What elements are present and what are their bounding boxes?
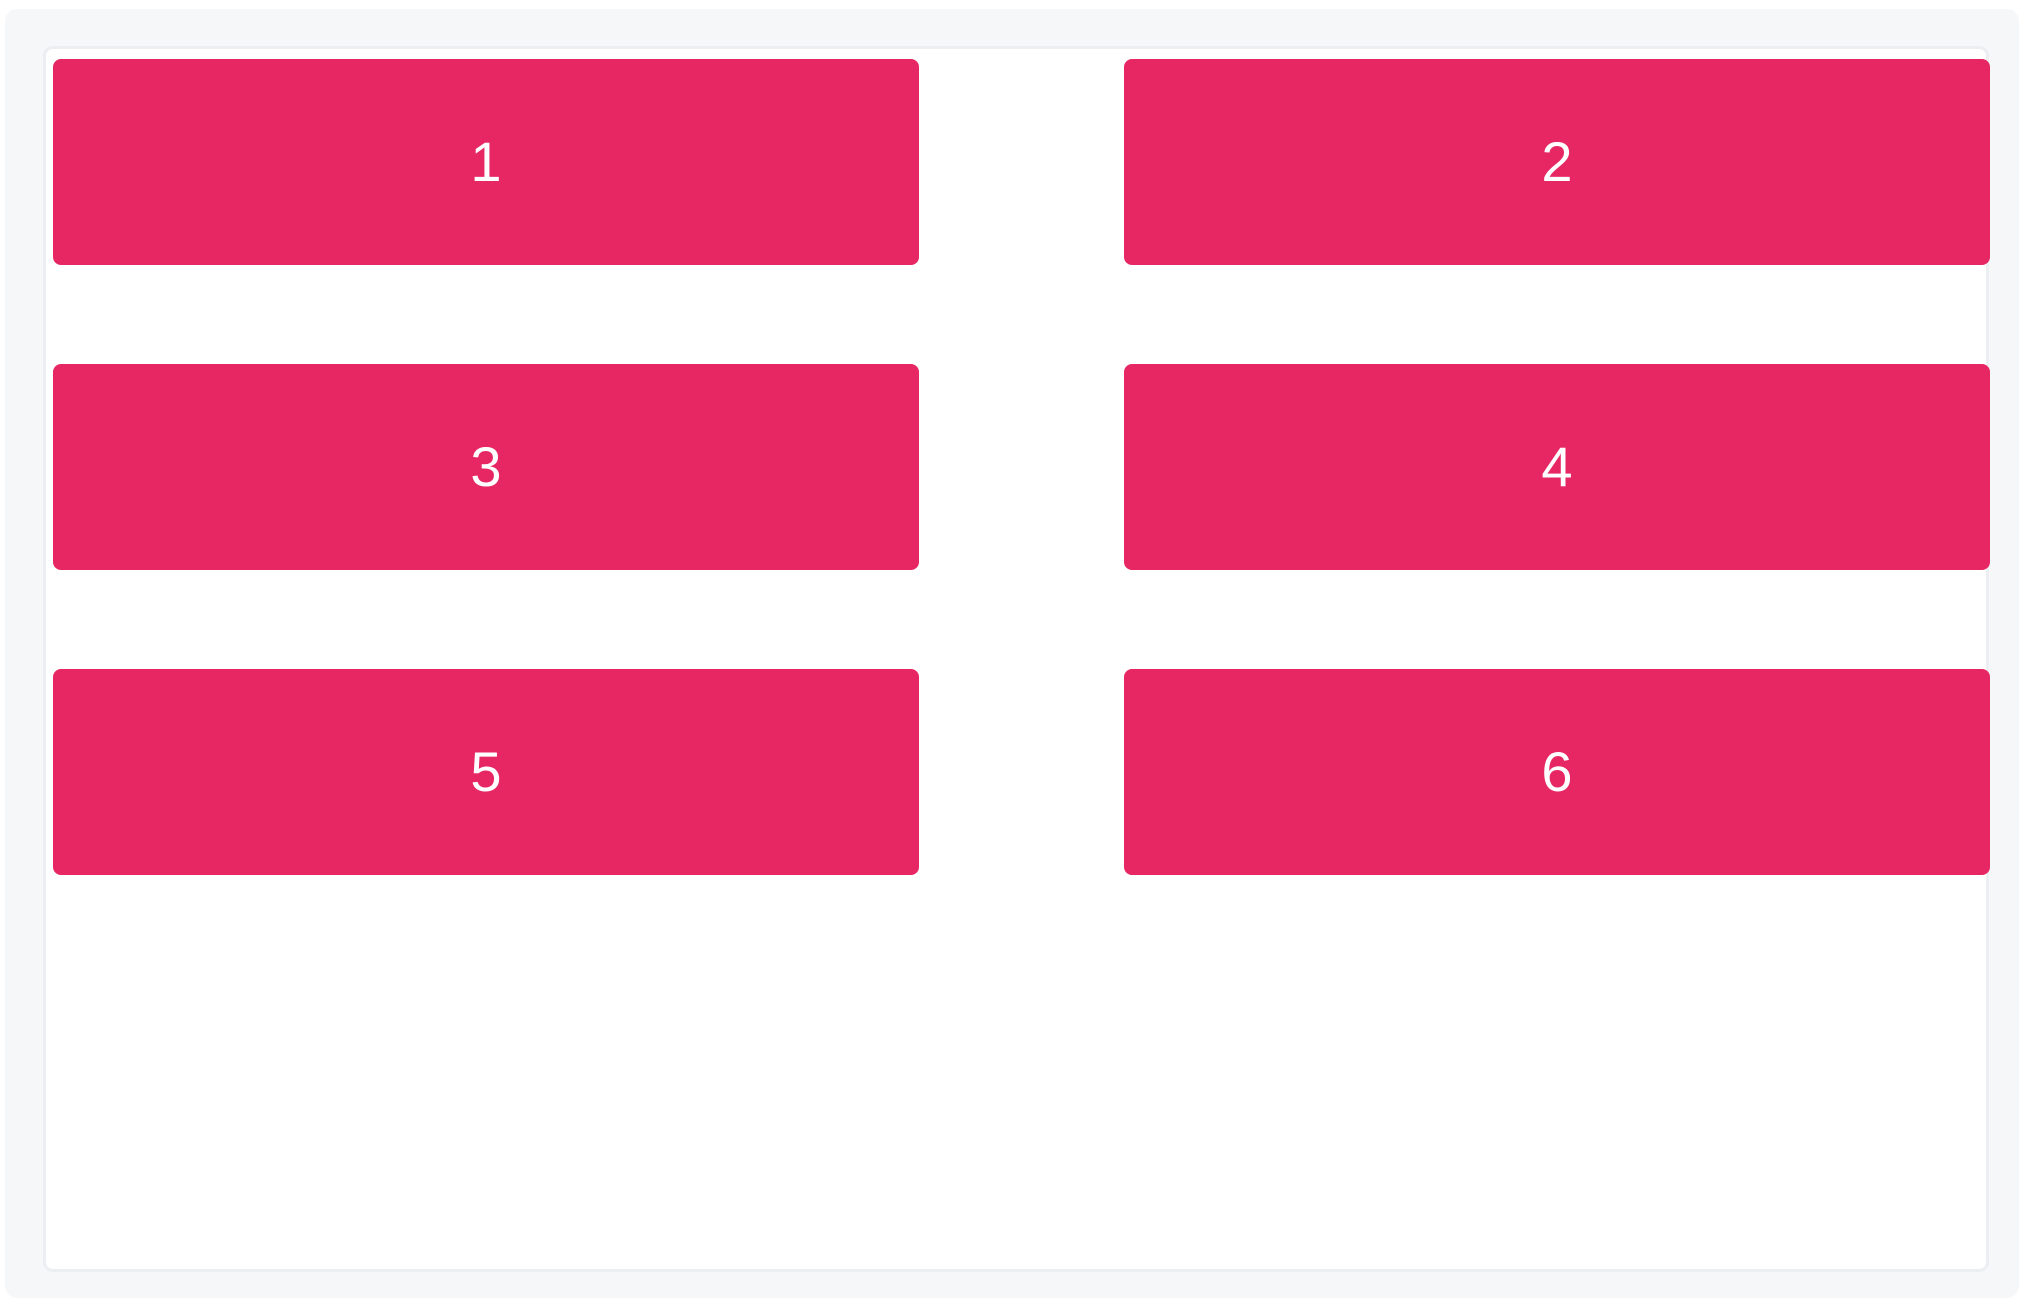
grid-container: 1 2 3 4 5 6 (43, 46, 1990, 1272)
grid-item-2[interactable]: 2 (1124, 59, 1990, 265)
grid-item-label: 2 (1541, 130, 1573, 193)
outer-frame: 1 2 3 4 5 6 (5, 9, 2019, 1298)
grid-item-label: 1 (470, 130, 502, 193)
grid-item-1[interactable]: 1 (53, 59, 919, 265)
grid-item-label: 4 (1541, 435, 1573, 498)
grid-item-6[interactable]: 6 (1124, 669, 1990, 875)
grid-item-5[interactable]: 5 (53, 669, 919, 875)
grid-item-label: 5 (470, 740, 502, 803)
grid-item-3[interactable]: 3 (53, 364, 919, 570)
grid-item-label: 6 (1541, 740, 1573, 803)
grid-item-4[interactable]: 4 (1124, 364, 1990, 570)
grid-item-label: 3 (470, 435, 502, 498)
